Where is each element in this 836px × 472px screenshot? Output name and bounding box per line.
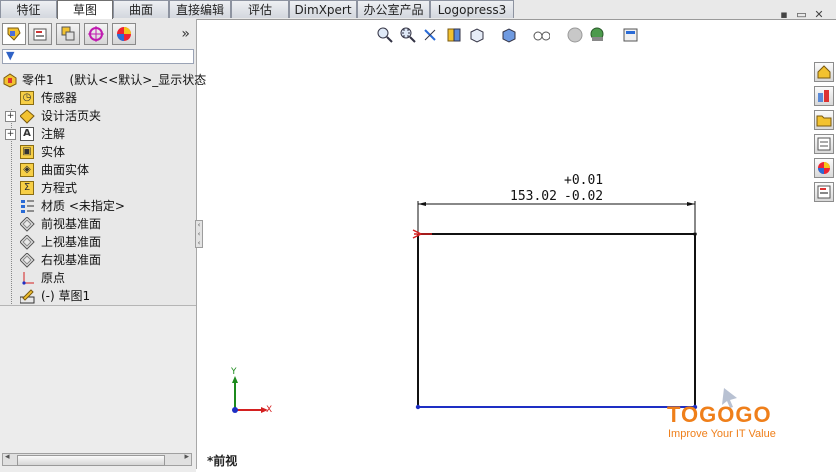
watermark-tagline: Improve Your IT Value <box>668 428 776 440</box>
triad-origin <box>232 407 238 413</box>
triad-x-label: X <box>266 405 273 415</box>
watermark-logo: TOGOGO <box>667 402 772 427</box>
sketch-point <box>415 404 421 410</box>
triad-y-label: Y <box>231 367 237 377</box>
sketch-point <box>693 232 697 236</box>
sketch-canvas <box>232 201 737 413</box>
triad-y-arrow <box>232 376 238 383</box>
dimension-arrow-left <box>418 202 426 206</box>
dimension-arrow-right <box>687 202 695 206</box>
dimension-value[interactable]: 153.02 <box>510 189 557 204</box>
dimension-tolerance-lower[interactable]: -0.02 <box>564 189 603 204</box>
view-name-label: *前视 <box>207 454 238 468</box>
dimension-tolerance-upper[interactable]: +0.01 <box>564 173 603 188</box>
